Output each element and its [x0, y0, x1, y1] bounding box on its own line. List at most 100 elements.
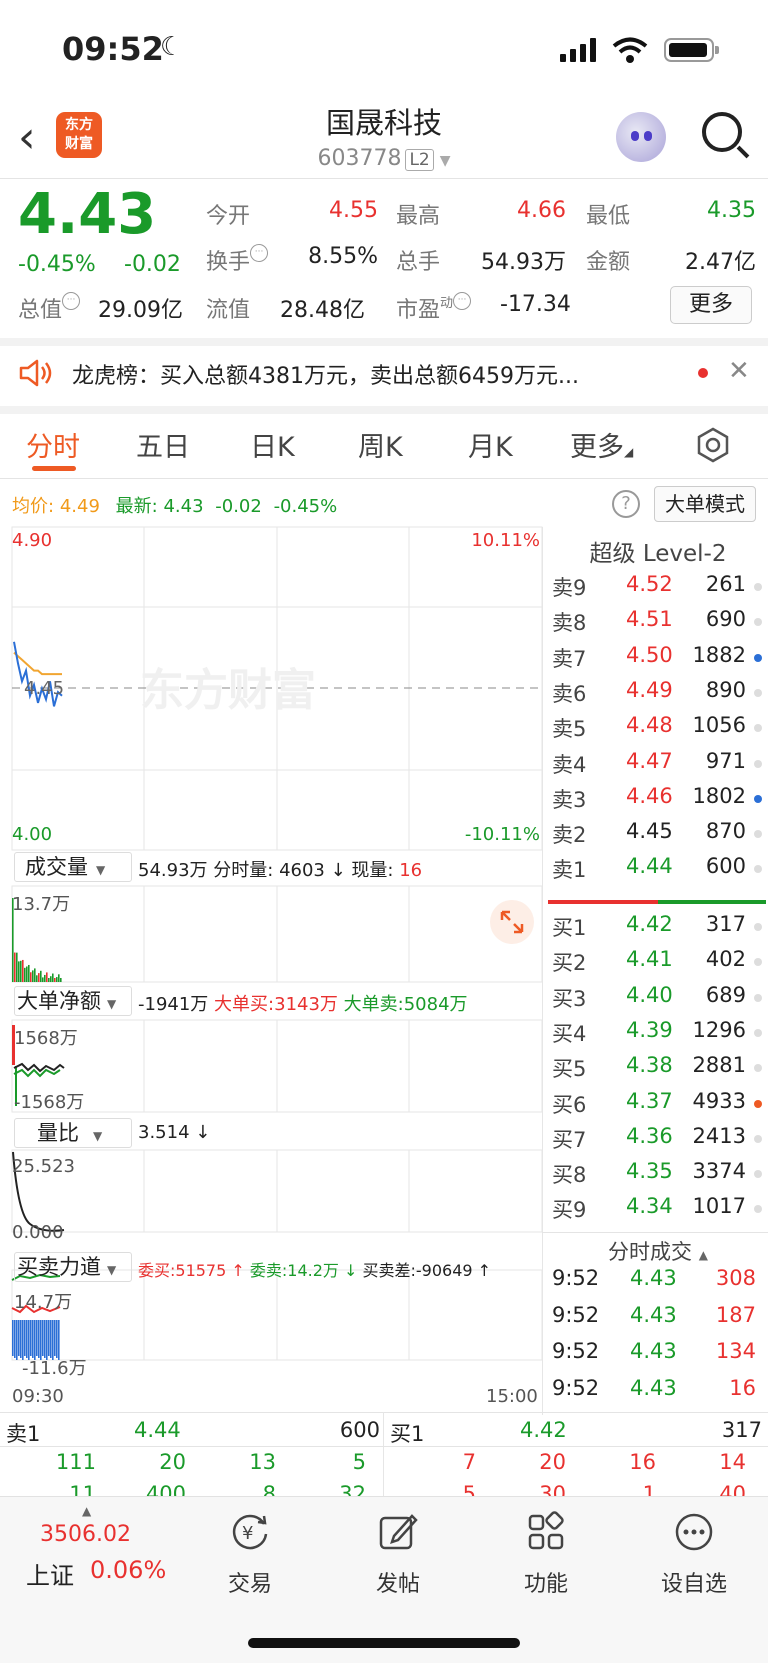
- low-label: 最低: [586, 204, 631, 229]
- dropdown-icon: ▼: [439, 153, 451, 169]
- level-dot: [754, 1134, 762, 1143]
- force-bar: [56, 1320, 58, 1358]
- level-label: 卖7: [552, 646, 587, 671]
- ask-strength-bar: [548, 900, 658, 904]
- level-volume: 1056: [692, 713, 746, 738]
- level-volume: 971: [705, 748, 746, 773]
- amount-label: 金额: [586, 250, 631, 275]
- caret-up-icon[interactable]: ▲: [82, 1504, 91, 1518]
- trade-icon[interactable]: ¥: [228, 1510, 272, 1554]
- change-pct: -0.45%: [18, 252, 96, 277]
- ask-row[interactable]: 卖7 4.50 1882: [548, 643, 768, 678]
- force-indicator-select[interactable]: 买卖力道 ▼: [14, 1252, 132, 1282]
- avg-price-line: [13, 651, 62, 676]
- queue-volume: 7: [462, 1450, 476, 1474]
- nav-trade[interactable]: 交易: [200, 1566, 300, 1598]
- level-price: 4.52: [626, 572, 673, 596]
- search-icon[interactable]: [702, 112, 742, 152]
- tick-volume: 16: [729, 1375, 756, 1400]
- force-bar: [32, 1320, 34, 1358]
- tick-price: 4.43: [630, 1339, 677, 1363]
- more-dots-icon[interactable]: [672, 1510, 716, 1554]
- volume-bar: [52, 973, 54, 982]
- level-volume: 317: [705, 912, 746, 936]
- index-value[interactable]: 3506.02: [40, 1522, 131, 1547]
- ratio-indicator-select[interactable]: 量比 ▼: [14, 1118, 132, 1148]
- level-label: 买7: [552, 1127, 587, 1152]
- function-grid-icon[interactable]: [524, 1510, 568, 1554]
- level-price: 4.40: [626, 982, 673, 1007]
- bid-row[interactable]: 买1 4.42 317: [548, 912, 768, 947]
- info-icon[interactable]: ···: [250, 244, 269, 262]
- ratio-top-label: 25.523: [12, 1156, 75, 1177]
- volume-bar: [26, 966, 28, 982]
- help-icon[interactable]: ?: [612, 490, 640, 518]
- tab-more[interactable]: 更多◢: [570, 425, 633, 464]
- volume-indicator-select[interactable]: 成交量 ▼: [14, 852, 132, 882]
- ask-row[interactable]: 卖3 4.46 1802: [548, 784, 768, 819]
- level-label: 买3: [552, 986, 587, 1011]
- volume-bar: [30, 972, 32, 982]
- pct-bottom-label: -10.11%: [464, 824, 540, 845]
- net-indicator-select[interactable]: 大单净额 ▼: [14, 986, 132, 1016]
- ask-row[interactable]: 卖4 4.47 971: [548, 749, 768, 784]
- post-icon[interactable]: [376, 1510, 420, 1554]
- level-dot: [754, 688, 762, 697]
- ask-row[interactable]: 卖8 4.51 690: [548, 607, 768, 642]
- bid-row[interactable]: 买2 4.41 402: [548, 947, 768, 982]
- more-button[interactable]: 更多: [670, 286, 752, 324]
- home-indicator[interactable]: [248, 1638, 520, 1648]
- large-order-mode-button[interactable]: 大单模式: [654, 486, 756, 522]
- force-bar: [42, 1320, 44, 1356]
- tab-five-day[interactable]: 五日: [136, 425, 190, 464]
- bid-row[interactable]: 买7 4.36 2413: [548, 1124, 768, 1159]
- status-bar: 09:52 ☾: [0, 0, 768, 100]
- pe-label: 市盈动 ···: [396, 292, 472, 324]
- info-icon[interactable]: ···: [453, 292, 472, 310]
- level-price: 4.36: [626, 1123, 673, 1148]
- bid-row[interactable]: 买6 4.37 4933: [548, 1089, 768, 1124]
- ticks-title[interactable]: 分时成交 ▲: [548, 1236, 768, 1266]
- level-volume: 870: [705, 819, 746, 844]
- ask-row[interactable]: 卖1 4.44 600: [548, 854, 768, 889]
- level-dot: [754, 653, 762, 662]
- level-volume: 4933: [692, 1088, 746, 1113]
- ask-row[interactable]: 卖9 4.52 261: [548, 572, 768, 607]
- level-label: 买1: [552, 916, 587, 940]
- level-dot: [754, 923, 762, 931]
- index-pct[interactable]: 0.06%: [90, 1556, 166, 1584]
- info-icon[interactable]: ···: [62, 292, 81, 310]
- ask-row[interactable]: 卖6 4.49 890: [548, 678, 768, 713]
- nav-post[interactable]: 发帖: [348, 1566, 448, 1598]
- nav-add-watchlist[interactable]: 设自选: [644, 1566, 744, 1598]
- tick-price: 4.43: [630, 1302, 677, 1327]
- bid-row[interactable]: 买5 4.38 2881: [548, 1053, 768, 1088]
- level-label: 卖2: [552, 823, 587, 848]
- tab-intraday[interactable]: 分时: [26, 425, 80, 464]
- tab-daily-k[interactable]: 日K: [250, 425, 295, 464]
- current-price: 4.43: [18, 182, 157, 247]
- tab-weekly-k[interactable]: 周K: [358, 425, 403, 464]
- close-icon[interactable]: ✕: [728, 356, 750, 386]
- volume-bar: [36, 975, 38, 982]
- tab-monthly-k[interactable]: 月K: [468, 425, 513, 464]
- ask-row[interactable]: 卖2 4.45 870: [548, 819, 768, 854]
- ratio-pane: [11, 1149, 543, 1233]
- level-volume: 600: [705, 854, 746, 879]
- news-text[interactable]: 龙虎榜：买入总额4381万元，卖出总额6459万元...: [72, 358, 672, 390]
- nav-function[interactable]: 功能: [496, 1566, 596, 1598]
- bid-row[interactable]: 买8 4.35 3374: [548, 1159, 768, 1194]
- index-name[interactable]: 上证: [26, 1556, 74, 1591]
- x-end-label: 15:00: [486, 1386, 538, 1407]
- assistant-robot-icon[interactable]: [616, 112, 666, 162]
- ask-row[interactable]: 卖5 4.48 1056: [548, 713, 768, 748]
- bid-row[interactable]: 买4 4.39 1296: [548, 1018, 768, 1053]
- bid-row[interactable]: 买3 4.40 689: [548, 983, 768, 1018]
- level-label: 卖9: [552, 576, 587, 600]
- ratio-info: 3.514 ↓: [138, 1122, 211, 1143]
- settings-gear-icon[interactable]: [694, 426, 732, 464]
- level-dot: [754, 759, 762, 768]
- bid-row[interactable]: 买9 4.34 1017: [548, 1194, 768, 1229]
- force-bar: [30, 1320, 32, 1356]
- force-top-label: 14.7万: [14, 1292, 73, 1313]
